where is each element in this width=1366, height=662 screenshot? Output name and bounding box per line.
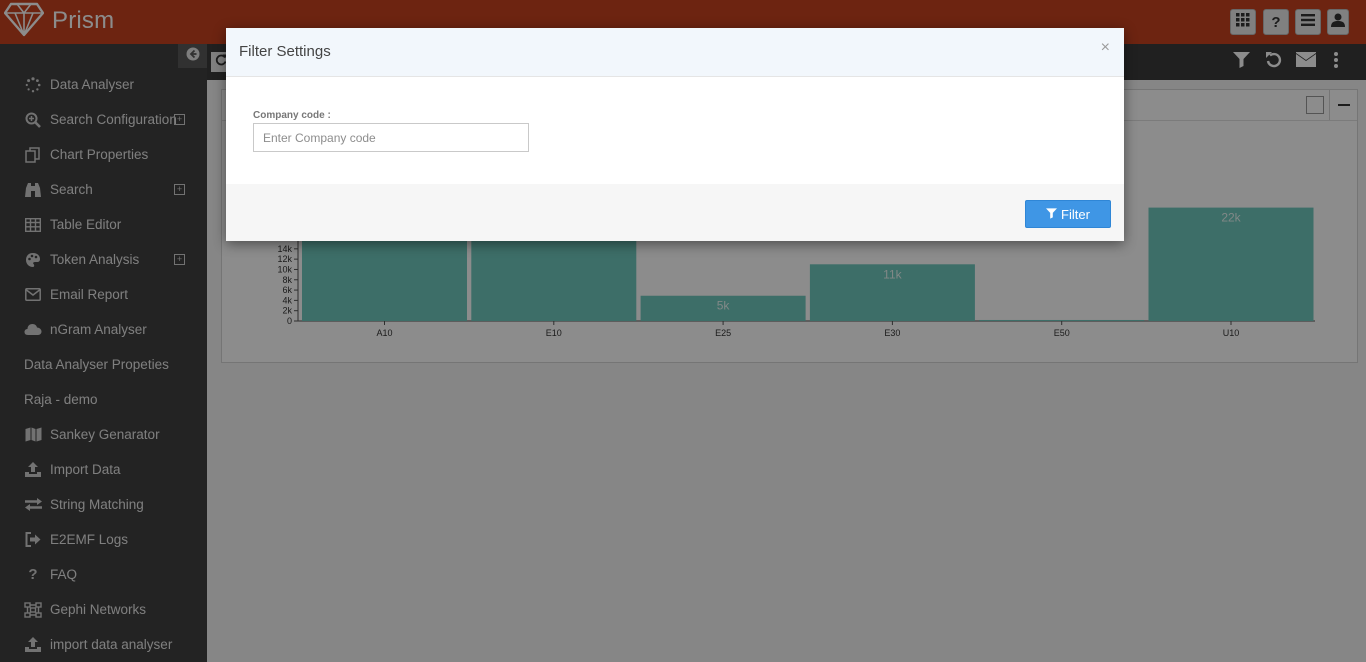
- modal-title: Filter Settings: [239, 43, 331, 60]
- filter-settings-modal: Filter Settings × Company code : Filter: [226, 28, 1124, 241]
- modal-footer: Filter: [226, 184, 1124, 241]
- filter-button-label: Filter: [1061, 206, 1090, 222]
- filter-icon: [1046, 207, 1058, 222]
- filter-submit-button[interactable]: Filter: [1025, 200, 1111, 228]
- company-code-input[interactable]: [253, 123, 529, 152]
- close-icon[interactable]: ×: [1101, 39, 1110, 57]
- modal-body: Company code :: [226, 77, 1124, 185]
- company-code-label: Company code :: [253, 110, 331, 121]
- modal-header: Filter Settings ×: [226, 28, 1124, 77]
